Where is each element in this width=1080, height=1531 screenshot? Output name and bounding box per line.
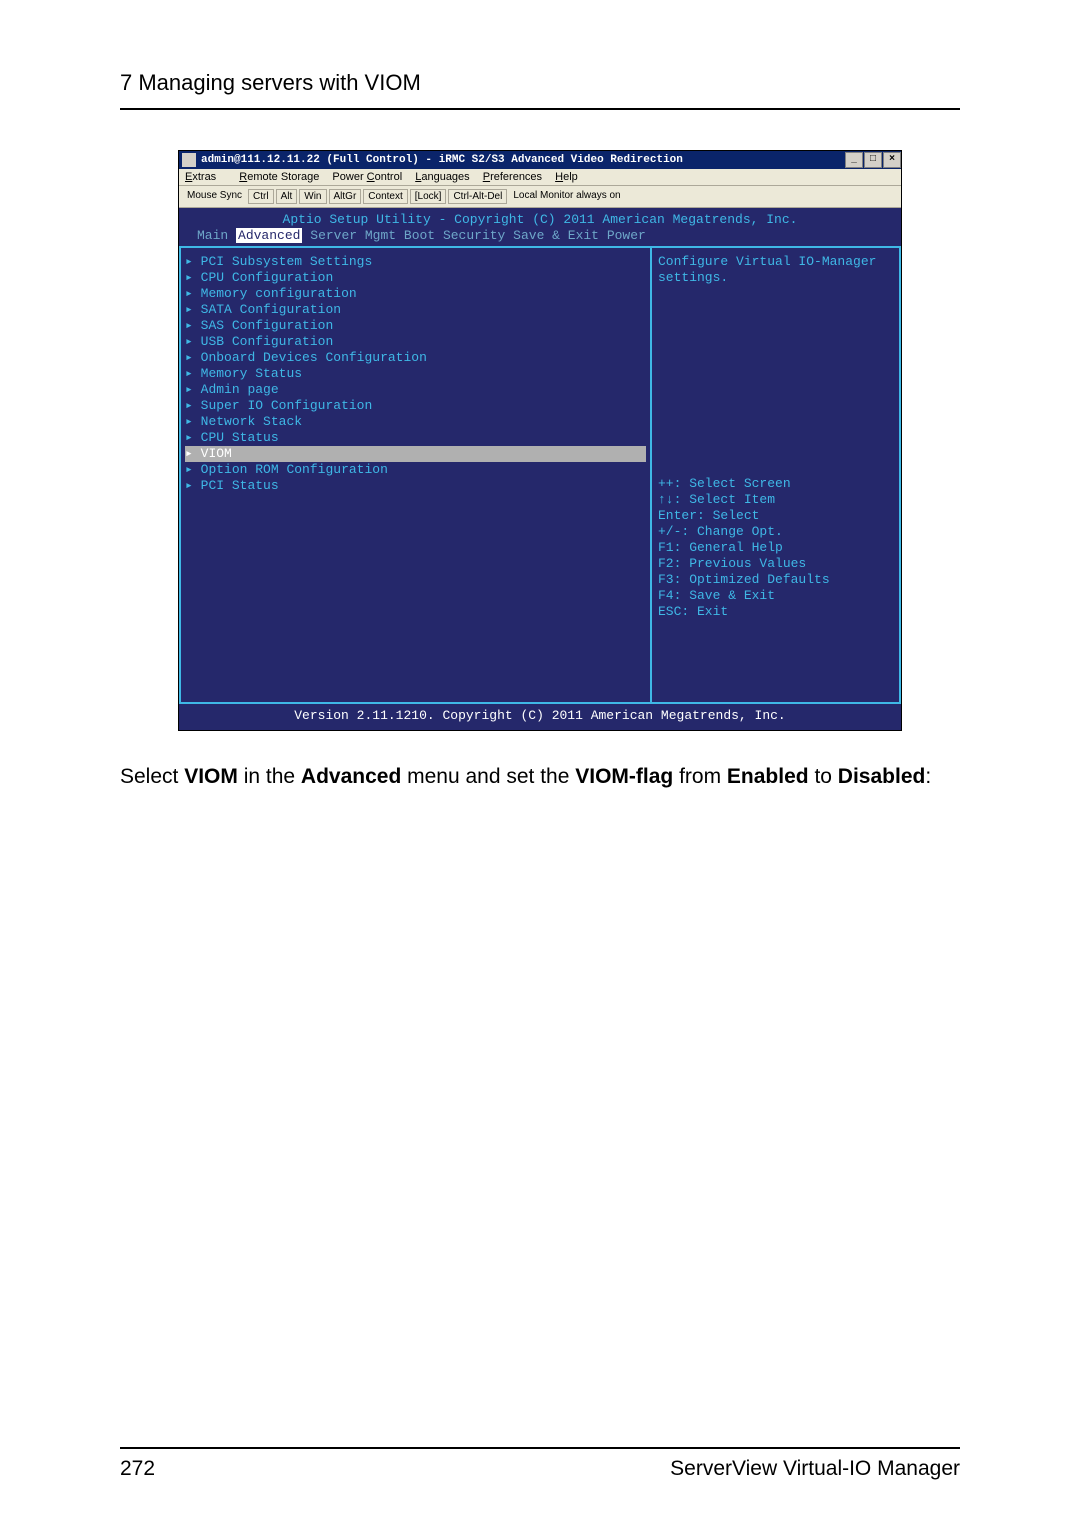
toolbar-altgr[interactable]: AltGr xyxy=(329,189,362,204)
bios-item-pci-status[interactable]: ▸ PCI Status xyxy=(185,478,646,494)
toolbar-win[interactable]: Win xyxy=(299,189,326,204)
app-icon xyxy=(182,153,196,167)
section-header: 7 Managing servers with VIOM xyxy=(120,70,960,110)
bios-help-line: F3: Optimized Defaults xyxy=(658,572,893,588)
bios-item-sata-configuration[interactable]: ▸ SATA Configuration xyxy=(185,302,646,318)
bios-item-option-rom-configuration[interactable]: ▸ Option ROM Configuration xyxy=(185,462,646,478)
page-number: 272 xyxy=(120,1457,155,1481)
bios-help-line: ↑↓: Select Item xyxy=(658,492,893,508)
bios-item-super-io-configuration[interactable]: ▸ Super IO Configuration xyxy=(185,398,646,414)
mouse-sync-label[interactable]: Mouse Sync xyxy=(183,189,246,204)
bios-help-line: ESC: Exit xyxy=(658,604,893,620)
menu-languages[interactable]: Languages xyxy=(415,171,469,183)
menu-power-control[interactable]: Power Control xyxy=(332,171,402,183)
menu-remote-storage[interactable]: Remote Storage xyxy=(239,171,319,183)
window-title: admin@111.12.11.22 (Full Control) - iRMC… xyxy=(199,154,844,166)
bios-item-usb-configuration[interactable]: ▸ USB Configuration xyxy=(185,334,646,350)
bios-item-memory-status[interactable]: ▸ Memory Status xyxy=(185,366,646,382)
bios-item-cpu-configuration[interactable]: ▸ CPU Configuration xyxy=(185,270,646,286)
bios-item-pci-subsystem-settings[interactable]: ▸ PCI Subsystem Settings xyxy=(185,254,646,270)
bios-menu-list: ▸ PCI Subsystem Settings▸ CPU Configurat… xyxy=(179,246,650,704)
bios-footer: Version 2.11.1210. Copyright (C) 2011 Am… xyxy=(179,704,901,730)
tab-security[interactable]: Security xyxy=(443,228,505,243)
toolbar-ctrl-alt-del[interactable]: Ctrl-Alt-Del xyxy=(448,189,507,204)
tab-save-exit[interactable]: Save & Exit xyxy=(513,228,599,243)
toolbar-ctrl[interactable]: Ctrl xyxy=(248,189,274,204)
bios-item-sas-configuration[interactable]: ▸ SAS Configuration xyxy=(185,318,646,334)
bios-item-admin-page[interactable]: ▸ Admin page xyxy=(185,382,646,398)
bios-help-line: F1: General Help xyxy=(658,540,893,556)
bios-item-network-stack[interactable]: ▸ Network Stack xyxy=(185,414,646,430)
maximize-button[interactable]: □ xyxy=(864,152,882,168)
toolbar: Mouse Sync Ctrl Alt Win AltGr Context [L… xyxy=(179,186,901,208)
tab-server-mgmt[interactable]: Server Mgmt xyxy=(310,228,396,243)
bios-item-memory-configuration[interactable]: ▸ Memory configuration xyxy=(185,286,646,302)
tab-advanced[interactable]: Advanced xyxy=(236,228,302,243)
bios-help-line: +/-: Change Opt. xyxy=(658,524,893,540)
bios-item-cpu-status[interactable]: ▸ CPU Status xyxy=(185,430,646,446)
bios-help-line: F4: Save & Exit xyxy=(658,588,893,604)
bios-help-line: ++: Select Screen xyxy=(658,476,893,492)
bios-screenshot: admin@111.12.11.22 (Full Control) - iRMC… xyxy=(178,150,902,731)
menu-help[interactable]: Help xyxy=(555,171,578,183)
menu-extras[interactable]: Extras xyxy=(185,171,226,183)
tab-power[interactable]: Power xyxy=(607,228,646,243)
figure-caption: Select VIOM in the Advanced menu and set… xyxy=(120,763,960,791)
bios-help-panel: Configure Virtual IO-Manager settings. +… xyxy=(650,246,901,704)
menu-preferences[interactable]: Preferences xyxy=(483,171,542,183)
close-button[interactable]: × xyxy=(883,152,901,168)
bios-item-viom[interactable]: ▸ VIOM xyxy=(185,446,646,462)
minimize-button[interactable]: _ xyxy=(845,152,863,168)
bios-help-text: Configure Virtual IO-Manager settings. xyxy=(658,254,893,286)
bios-item-onboard-devices-configuration[interactable]: ▸ Onboard Devices Configuration xyxy=(185,350,646,366)
bios-help-line: F2: Previous Values xyxy=(658,556,893,572)
tab-main[interactable]: Main xyxy=(197,228,228,243)
footer-title: ServerView Virtual-IO Manager xyxy=(670,1457,960,1481)
toolbar-alt[interactable]: Alt xyxy=(276,189,298,204)
local-monitor-label: Local Monitor always on xyxy=(509,189,624,204)
bios-header: Aptio Setup Utility - Copyright (C) 2011… xyxy=(179,208,901,228)
bios-tabs: Main Advanced Server Mgmt Boot Security … xyxy=(179,228,901,244)
toolbar-lock[interactable]: [Lock] xyxy=(410,189,447,204)
window-titlebar: admin@111.12.11.22 (Full Control) - iRMC… xyxy=(179,151,901,169)
tab-boot[interactable]: Boot xyxy=(404,228,435,243)
bios-help-line: Enter: Select xyxy=(658,508,893,524)
menubar: Extras Remote Storage Power Control Lang… xyxy=(179,169,901,186)
bios-screen: Aptio Setup Utility - Copyright (C) 2011… xyxy=(179,208,901,730)
toolbar-context[interactable]: Context xyxy=(363,189,407,204)
